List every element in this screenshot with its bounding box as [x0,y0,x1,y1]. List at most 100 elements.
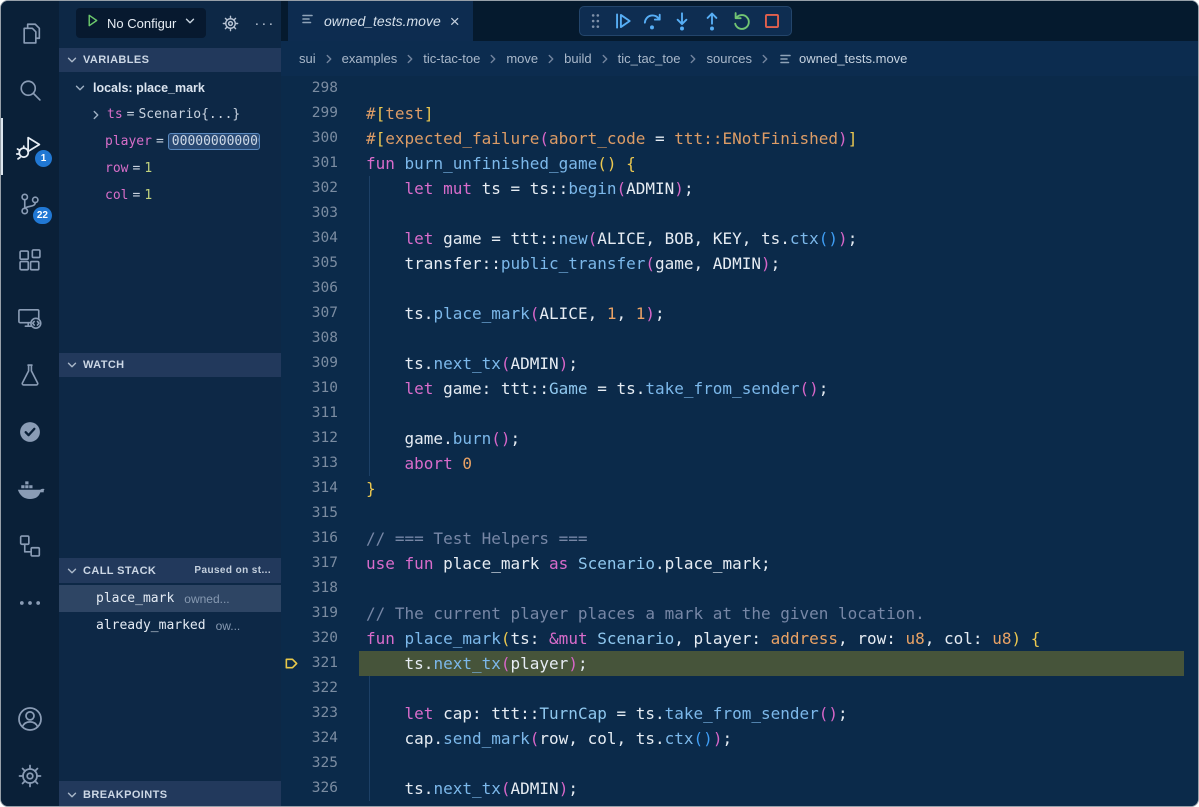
variable-row-ts[interactable]: ts = Scenario{...} [59,101,281,128]
line-number[interactable]: 314 [281,476,338,501]
line-number[interactable]: 324 [281,726,338,751]
code-line-299[interactable]: 299#[test] [281,101,1198,126]
activity-item-docker[interactable] [1,460,59,517]
variables-section-header[interactable]: VARIABLES [59,48,281,72]
variable-value[interactable]: 000000000000… [168,133,260,150]
continue-icon[interactable] [611,10,633,32]
activity-item-source-control[interactable]: 22 [1,175,59,232]
code-line-323[interactable]: 323 let cap: ttt::TurnCap = ts.take_from… [281,701,1198,726]
code-line-298[interactable]: 298 [281,76,1198,101]
activity-item-remote-explorer[interactable] [1,289,59,346]
line-number[interactable]: 317 [281,551,338,576]
line-number[interactable]: 323 [281,701,338,726]
watch-section-header[interactable]: WATCH [59,353,281,377]
line-number[interactable]: 312 [281,426,338,451]
line-number[interactable]: 313 [281,451,338,476]
step-out-icon[interactable] [701,10,723,32]
line-number[interactable]: 309 [281,351,338,376]
line-number[interactable]: 308 [281,326,338,351]
variable-row-row[interactable]: row = 1 [59,155,281,182]
more-actions-icon[interactable]: ··· [254,15,275,32]
code-line-311[interactable]: 311 [281,401,1198,426]
activity-item-accounts[interactable] [1,690,59,747]
line-number[interactable]: 301 [281,151,338,176]
code-line-324[interactable]: 324 cap.send_mark(row, col, ts.ctx()); [281,726,1198,751]
stop-icon[interactable] [761,10,783,32]
call-stack-frame-place_mark[interactable]: place_markowned... [59,585,281,612]
variables-scope-row[interactable]: locals: place_mark [59,74,281,101]
line-number[interactable]: 322 [281,676,338,701]
activity-item-testing[interactable] [1,346,59,403]
line-number[interactable]: 319 [281,601,338,626]
line-number[interactable]: 298 [281,76,338,101]
code-line-320[interactable]: 320fun place_mark(ts: &mut Scenario, pla… [281,626,1198,651]
line-number[interactable]: 311 [281,401,338,426]
code-line-321[interactable]: 321 ts.next_tx(player); [281,651,1198,676]
activity-item-run-debug[interactable]: 1 [1,118,59,175]
line-number[interactable]: 320 [281,626,338,651]
code-line-314[interactable]: 314} [281,476,1198,501]
code-line-308[interactable]: 308 [281,326,1198,351]
tab-owned-tests[interactable]: owned_tests.move × [288,1,473,41]
line-number[interactable]: 316 [281,526,338,551]
breadcrumb-item-tic-tac-toe[interactable]: tic-tac-toe [423,51,480,66]
code-line-309[interactable]: 309 ts.next_tx(ADMIN); [281,351,1198,376]
debug-config-dropdown[interactable]: No Configur [76,8,206,38]
activity-item-search[interactable] [1,61,59,118]
start-debug-icon[interactable] [85,13,100,33]
code-line-313[interactable]: 313 abort 0 [281,451,1198,476]
line-number[interactable]: 302 [281,176,338,201]
line-number[interactable]: 325 [281,751,338,776]
code-line-322[interactable]: 322 [281,676,1198,701]
code-line-304[interactable]: 304 let game = ttt::new(ALICE, BOB, KEY,… [281,226,1198,251]
code-line-316[interactable]: 316// === Test Helpers === [281,526,1198,551]
line-number[interactable]: 304 [281,226,338,251]
drag-icon[interactable] [588,11,603,31]
activity-item-extensions[interactable] [1,232,59,289]
debug-settings-gear-icon[interactable] [221,14,240,33]
activity-item-explorer[interactable] [1,4,59,61]
step-into-icon[interactable] [671,10,693,32]
code-line-305[interactable]: 305 transfer::public_transfer(game, ADMI… [281,251,1198,276]
code-line-306[interactable]: 306 [281,276,1198,301]
code-line-307[interactable]: 307 ts.place_mark(ALICE, 1, 1); [281,301,1198,326]
breadcrumb-item-build[interactable]: build [564,51,591,66]
code-line-312[interactable]: 312 game.burn(); [281,426,1198,451]
code-line-302[interactable]: 302 let mut ts = ts::begin(ADMIN); [281,176,1198,201]
close-icon[interactable]: × [449,13,461,30]
code-line-300[interactable]: 300#[expected_failure(abort_code = ttt::… [281,126,1198,151]
restart-icon[interactable] [731,10,753,32]
breadcrumb-item-sui[interactable]: sui [299,51,316,66]
line-number[interactable]: 300 [281,126,338,151]
code-line-319[interactable]: 319// The current player places a mark a… [281,601,1198,626]
code-line-318[interactable]: 318 [281,576,1198,601]
code-line-303[interactable]: 303 [281,201,1198,226]
code-line-315[interactable]: 315 [281,501,1198,526]
activity-item-more[interactable] [1,574,59,631]
line-number[interactable]: 307 [281,301,338,326]
line-number[interactable]: 303 [281,201,338,226]
line-number[interactable]: 318 [281,576,338,601]
activity-item-settings[interactable] [1,747,59,804]
code-line-310[interactable]: 310 let game: ttt::Game = ts.take_from_s… [281,376,1198,401]
call-stack-section-header[interactable]: CALL STACK Paused on st... [59,558,281,583]
breakpoints-section-header[interactable]: BREAKPOINTS [59,781,281,807]
line-number[interactable]: 299 [281,101,338,126]
activity-item-tasks[interactable] [1,403,59,460]
activity-item-project-hierarchy[interactable] [1,517,59,574]
line-number[interactable]: 310 [281,376,338,401]
breadcrumb-file[interactable]: owned_tests.move [778,51,907,67]
code-line-326[interactable]: 326 ts.next_tx(ADMIN); [281,776,1198,801]
variable-row-col[interactable]: col = 1 [59,182,281,209]
variable-row-player[interactable]: player = 000000000000… [59,128,281,155]
breadcrumb-item-tic_tac_toe[interactable]: tic_tac_toe [618,51,681,66]
code-line-301[interactable]: 301fun burn_unfinished_game() { [281,151,1198,176]
line-number[interactable]: 326 [281,776,338,801]
code-line-317[interactable]: 317use fun place_mark as Scenario.place_… [281,551,1198,576]
line-number[interactable]: 321 [281,651,338,676]
line-number[interactable]: 306 [281,276,338,301]
breadcrumb-item-move[interactable]: move [506,51,538,66]
code-line-325[interactable]: 325 [281,751,1198,776]
breadcrumb-item-sources[interactable]: sources [706,51,752,66]
line-number[interactable]: 315 [281,501,338,526]
